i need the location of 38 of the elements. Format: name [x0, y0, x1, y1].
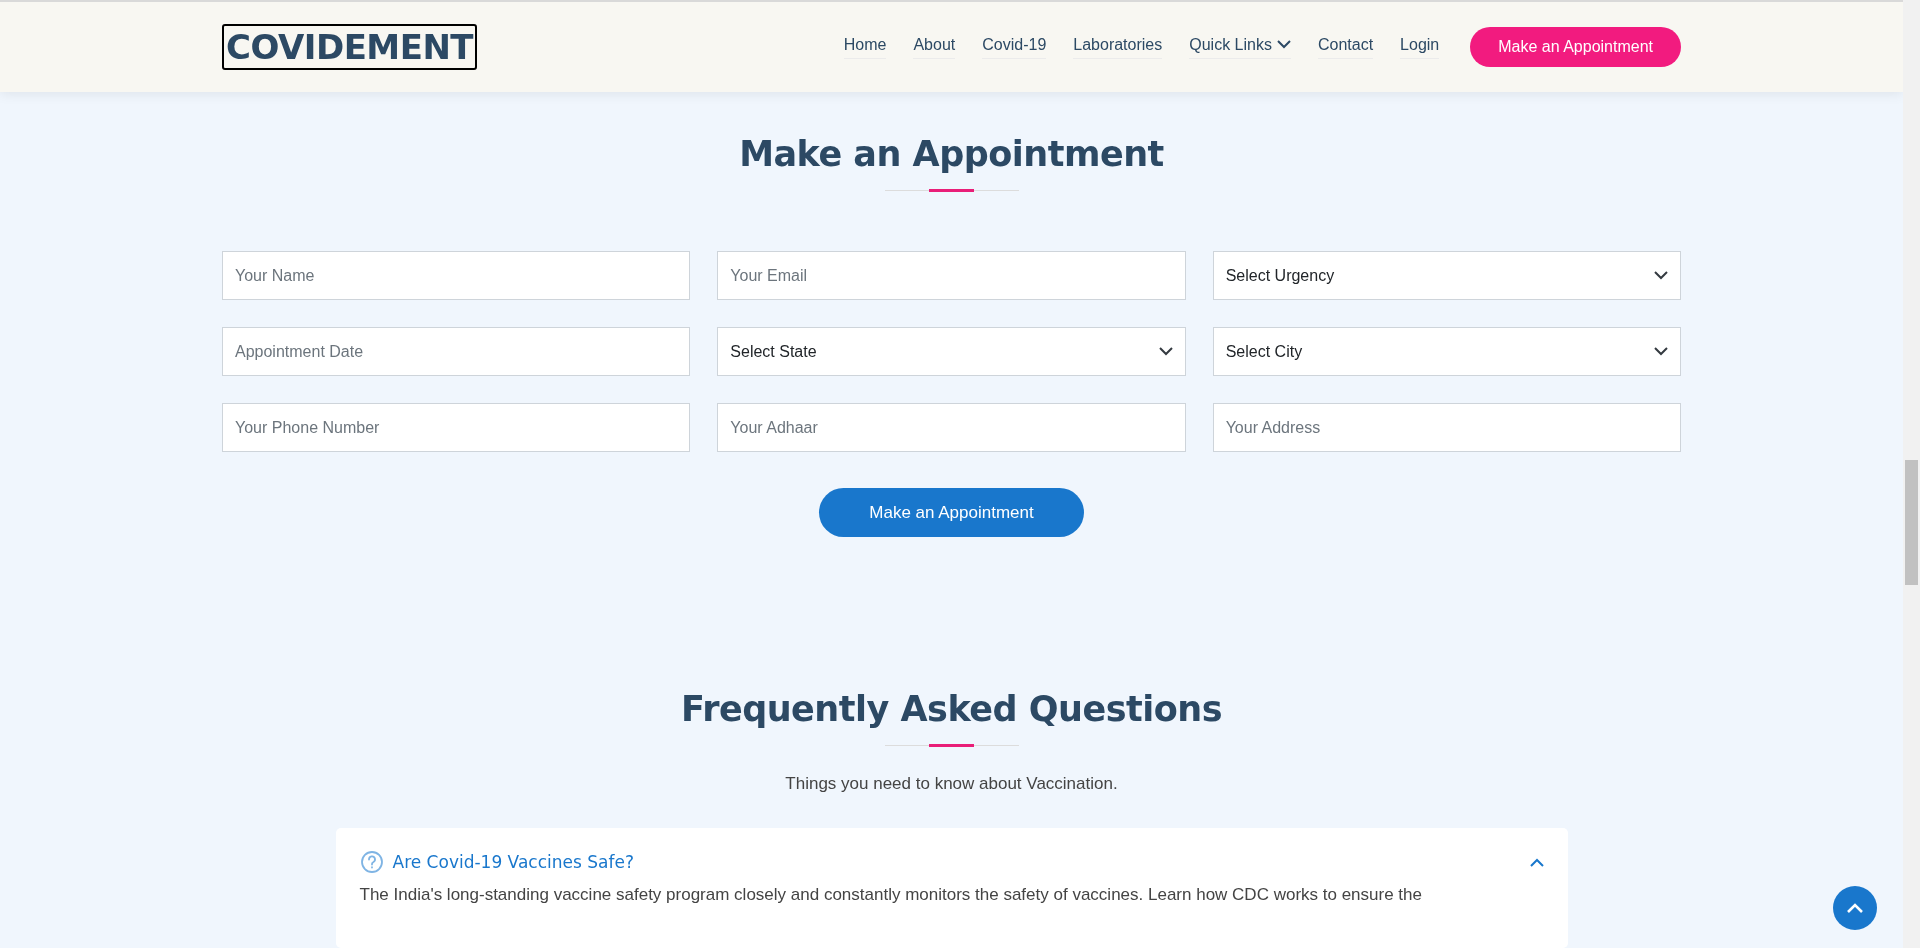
select-field[interactable]: Select State [717, 327, 1186, 376]
chevron-up-icon [1846, 902, 1864, 914]
input-field[interactable]: Your Adhaar [717, 403, 1186, 452]
nav-dropdown[interactable]: Quick Links [1189, 35, 1291, 59]
chevron-down-icon [1158, 347, 1173, 356]
nav-link[interactable]: About [913, 35, 956, 59]
help-icon [359, 850, 384, 874]
section-title: Frequently Asked Questions [681, 689, 1222, 729]
select-field[interactable]: Select City [1212, 327, 1681, 376]
section-title: Make an Appointment [739, 134, 1164, 174]
nav-link[interactable]: Home [843, 35, 887, 59]
nav-link[interactable]: Contact [1317, 35, 1374, 59]
chevron-down-icon [1654, 347, 1668, 356]
submit-button[interactable]: Make an Appointment [819, 488, 1084, 537]
faq-question[interactable]: Are Covid-19 Vaccines Safe? [359, 850, 634, 874]
input-field[interactable]: Appointment Date [222, 327, 691, 376]
faq-answer: The India's long-standing vaccine safety program closely and constantly monitors the safety of vaccines. Learn how CDC works to ensure the [359, 884, 1423, 906]
select-field[interactable]: Select Urgency [1212, 251, 1681, 300]
nav-link[interactable]: Laboratories [1073, 35, 1163, 59]
chevron-down-icon [1654, 271, 1668, 280]
chevron-up-icon[interactable] [1529, 857, 1544, 867]
caret-icon [1276, 40, 1291, 49]
select-value: Select Urgency [1225, 266, 1335, 285]
select-value: Select State [730, 342, 817, 361]
back-to-top-button[interactable] [1833, 886, 1877, 930]
input-field[interactable]: Your Name [222, 251, 691, 300]
appointment-button[interactable]: Make an Appointment [1470, 27, 1681, 67]
select-value: Select City [1225, 342, 1303, 361]
input-field[interactable]: Your Address [1212, 403, 1681, 452]
nav-link[interactable]: Login [1400, 35, 1440, 59]
nav-link[interactable]: Covid-19 [982, 35, 1047, 59]
section-subtitle: Things you need to know about Vaccination. [785, 774, 1118, 794]
scrollbar[interactable] [1903, 0, 1920, 948]
input-field[interactable]: Your Email [717, 251, 1186, 300]
nav-label: Quick Links [1189, 35, 1272, 54]
logo[interactable]: COVIDEMENT [222, 24, 478, 70]
question-text: Are Covid-19 Vaccines Safe? [392, 852, 634, 872]
input-field[interactable]: Your Phone Number [222, 403, 691, 452]
